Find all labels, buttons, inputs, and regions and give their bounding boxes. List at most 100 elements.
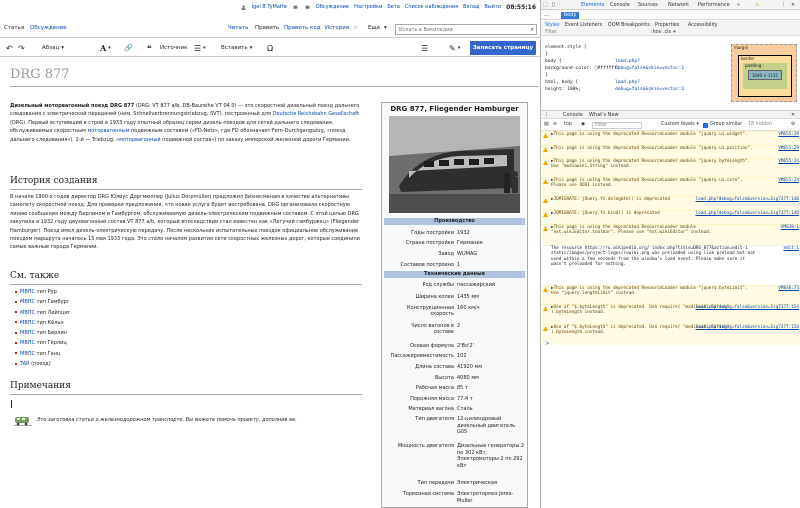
console-sidebar-icon[interactable]: ▤ bbox=[544, 122, 549, 127]
hov-cls-buttons[interactable]: :hov .cls + bbox=[651, 30, 677, 35]
console-message[interactable]: ▶Use of "$.byteLength" is deprecated. Us… bbox=[541, 324, 800, 345]
text-style-icon[interactable]: A ▾ bbox=[100, 42, 111, 54]
messages-icon[interactable] bbox=[304, 5, 311, 10]
console-message[interactable]: ▶This page is using the deprecated Resou… bbox=[541, 224, 800, 245]
link-motor-2[interactable]: «моторвагонный bbox=[116, 137, 160, 143]
link-two-car[interactable]: двухвагонный bbox=[69, 219, 107, 225]
console-message[interactable]: ▶This page is using the deprecated Resou… bbox=[541, 177, 800, 196]
special-character-button[interactable]: Ω bbox=[267, 42, 273, 54]
edit-mode-icon[interactable]: ✎ ▾ bbox=[449, 42, 460, 54]
subtab-styles[interactable]: Styles bbox=[545, 23, 560, 28]
console-source-link[interactable]: VM838:1 bbox=[781, 225, 799, 230]
console-source-link[interactable]: VM655:29 bbox=[778, 146, 799, 151]
infobox[interactable]: DRG 877, Fliegender Hamburger Производст… bbox=[381, 102, 528, 508]
drawer-tab-console[interactable]: Console bbox=[563, 112, 583, 118]
cite-button[interactable]: Источник bbox=[160, 42, 187, 54]
quote-icon[interactable]: ❝ bbox=[147, 42, 152, 54]
redo-icon[interactable]: ↷ bbox=[18, 42, 25, 54]
tab-more[interactable]: Еще bbox=[368, 25, 380, 31]
page-options-icon[interactable]: ☰ bbox=[421, 42, 428, 54]
watch-star-icon[interactable]: ☆ bbox=[353, 25, 358, 31]
subtab-event-listeners[interactable]: Event Listeners bbox=[565, 23, 602, 28]
drawer-tab-whats-new[interactable]: What's New bbox=[589, 112, 619, 118]
console-message[interactable]: ▶Use of "$.byteLength" is deprecated. Us… bbox=[541, 304, 800, 324]
link-dorpmuller[interactable]: Юлиус Доргмюллер bbox=[111, 194, 164, 200]
paragraph-format-dropdown[interactable]: Абзац ▾ bbox=[42, 42, 64, 54]
link-tar[interactable]: TAR bbox=[20, 361, 30, 367]
history-paragraph[interactable]: В начале 1900-х годов директор DRG Юлиус… bbox=[10, 193, 362, 252]
link-mvps-2[interactable]: МВПС bbox=[20, 299, 35, 305]
styles-filter-input[interactable]: Filter bbox=[545, 30, 557, 35]
link-berlin[interactable]: Берлином bbox=[79, 211, 105, 217]
console-source-link[interactable]: VM838:73 bbox=[778, 286, 799, 291]
undo-icon[interactable]: ↶ bbox=[6, 42, 13, 54]
tab-read[interactable]: Читать bbox=[228, 25, 248, 31]
more-tabs-icon[interactable]: » bbox=[737, 2, 740, 8]
insert-dropdown[interactable]: Вставить ▾ bbox=[221, 42, 252, 54]
link-icon[interactable]: 🔗 bbox=[124, 42, 133, 54]
tab-talk[interactable]: Обсуждение bbox=[30, 25, 67, 31]
heading-history[interactable]: История создания bbox=[10, 176, 98, 186]
tab-performance[interactable]: Performance bbox=[698, 2, 730, 8]
group-similar-checkbox[interactable] bbox=[703, 123, 708, 128]
link-mvps-4[interactable]: МВПС bbox=[20, 320, 35, 326]
personal-link-talk[interactable]: Обсуждение bbox=[316, 4, 349, 10]
link-hamburger[interactable]: гамбуржец bbox=[296, 219, 326, 225]
console-settings-icon[interactable]: ⚙ bbox=[791, 122, 795, 127]
link-drg[interactable]: Deutsche Reichsbahn Gesellschaft bbox=[273, 111, 359, 117]
console-source-link[interactable]: load.php?debug=false&version=1sg7377:154 bbox=[696, 325, 799, 330]
link-motor[interactable]: моторвагонным bbox=[87, 128, 129, 134]
link-mvps-6[interactable]: МВПС bbox=[20, 340, 35, 346]
heading-see-also[interactable]: См. также bbox=[10, 271, 59, 281]
personal-link-contributions[interactable]: Вклад bbox=[463, 4, 479, 10]
context-selector[interactable]: top bbox=[564, 122, 572, 127]
styles-rules[interactable]: element.style { } body { load.php?debug=… bbox=[545, 44, 705, 93]
breadcrumb-body[interactable]: body bbox=[561, 12, 580, 19]
clear-console-icon[interactable]: ⊘ bbox=[553, 122, 557, 127]
heading-notes[interactable]: Примечания bbox=[10, 381, 71, 391]
list-icon[interactable]: ☰ ▾ bbox=[194, 42, 206, 54]
personal-username[interactable]: Igel B TyMaHe bbox=[252, 4, 287, 10]
log-levels-dropdown[interactable]: Custom levels ▾ bbox=[661, 122, 699, 127]
link-mvps-3[interactable]: МВПС bbox=[20, 310, 35, 316]
console-source-link[interactable]: load.php?debug=false&version=1sg7377:140 bbox=[696, 211, 799, 216]
chevron-down-icon[interactable]: ▾ bbox=[384, 25, 387, 31]
link-mvps-7[interactable]: МВПС bbox=[20, 351, 35, 357]
personal-link-beta[interactable]: Бета bbox=[387, 4, 399, 10]
inspect-icon[interactable]: ⬚ bbox=[543, 2, 548, 8]
eye-icon[interactable]: ◉ bbox=[581, 122, 585, 127]
device-toolbar-icon[interactable]: ▯ bbox=[552, 2, 555, 8]
subtab-dom-breakpoints[interactable]: DOM Breakpoints bbox=[608, 23, 650, 28]
console-message[interactable]: ▶JQMIGRATE: jQuery.fn.bind() is deprecat… bbox=[541, 210, 800, 224]
close-icon[interactable]: ✕ bbox=[791, 112, 795, 118]
console-message[interactable]: The resource https://ru.wikipedia.org/ i… bbox=[541, 245, 800, 285]
console-message[interactable]: ▶JQMIGRATE: jQuery.fn.delegate() is depr… bbox=[541, 196, 800, 210]
close-icon[interactable]: ✕ bbox=[791, 2, 795, 8]
drawer-menu-icon[interactable]: ⋮ bbox=[544, 112, 549, 118]
console-message[interactable]: ▶This page is using the deprecated Resou… bbox=[541, 158, 800, 177]
style-source-link[interactable]: load.php?debug=false&skin=vector:1 bbox=[615, 58, 705, 72]
link-mvps-5[interactable]: МВПС bbox=[20, 330, 35, 336]
style-source-link[interactable]: load.php?debug=false&skin=vector:1 bbox=[615, 79, 705, 93]
console-prompt[interactable]: > bbox=[545, 340, 550, 347]
link-mvps-1[interactable]: МВПС bbox=[20, 289, 35, 295]
tab-edit-code[interactable]: Править код bbox=[284, 25, 321, 31]
personal-link-watchlist[interactable]: Список наблюдения bbox=[405, 4, 458, 10]
tab-history[interactable]: История bbox=[325, 25, 349, 31]
console-source-link[interactable]: load.php?debug=false&version=1sg7377:154 bbox=[696, 305, 799, 310]
subtab-accessibility[interactable]: Accessibility bbox=[688, 23, 718, 28]
lead-paragraph[interactable]: Дизельный моторвагонный поезд DRG 877 (D… bbox=[10, 102, 362, 144]
notifications-icon[interactable] bbox=[292, 5, 299, 10]
personal-link-preferences[interactable]: Настройки bbox=[354, 4, 382, 10]
link-hamburg[interactable]: Гамбургом bbox=[112, 211, 141, 217]
infobox-train-photo[interactable] bbox=[389, 116, 520, 213]
console-message[interactable]: ▶This page is using the deprecated Resou… bbox=[541, 285, 800, 304]
more-options-icon[interactable]: ⋮ bbox=[781, 2, 786, 8]
tab-console[interactable]: Console bbox=[610, 2, 630, 8]
console-messages[interactable]: ▶This page is using the deprecated Resou… bbox=[541, 131, 800, 345]
console-source-link[interactable]: VM655:24 bbox=[778, 178, 799, 183]
box-model[interactable]: margin border padding - 1040 × 1131 bbox=[731, 44, 797, 102]
console-source-link[interactable]: load.php?debug=false&version=1sg7377:140 bbox=[696, 197, 799, 202]
subtab-properties[interactable]: Properties bbox=[655, 23, 679, 28]
console-source-link[interactable]: edit:1 bbox=[783, 246, 799, 251]
